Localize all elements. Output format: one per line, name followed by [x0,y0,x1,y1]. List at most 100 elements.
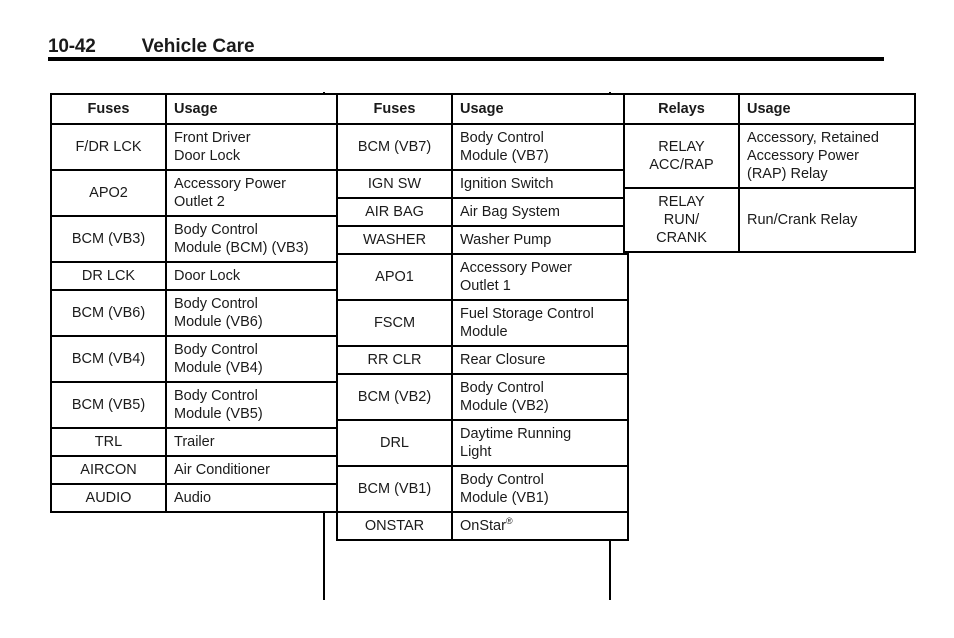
cell-line: Accessory, Retained [747,130,879,146]
cell-key: TRL [50,427,167,457]
cell-line: Module (VB2) [460,398,549,414]
cell-line: AIRCON [80,462,137,478]
cell-line: Outlet 2 [174,194,225,210]
cell-usage: Body Control Module (VB2) [451,373,629,421]
table-header-row: Fuses Usage [336,93,629,125]
cell-line: Body Control [460,380,544,396]
cell-usage: Body Control Module (VB1) [451,465,629,513]
page-title: Vehicle Care [141,36,255,57]
table-row: BCM (VB5) Body Control Module (VB5) [50,381,343,429]
cell-line: Module (VB4) [174,360,263,376]
cell-usage: Accessory Power Outlet 2 [165,169,343,217]
cell-line: ACC/RAP [649,157,714,173]
cell-line: Module [460,324,508,340]
cell-line: Front Driver [174,130,251,146]
cell-line: Washer Pump [460,232,552,248]
table-row: APO2 Accessory Power Outlet 2 [50,169,343,217]
cell-line: BCM (VB1) [357,481,432,497]
cell-line: Ignition Switch [460,176,554,192]
cell-usage: Body Control Module (VB4) [165,335,343,383]
cell-line: Audio [174,490,212,506]
cell-line: (RAP) Relay [747,166,828,182]
relay-table-right: Relays Usage RELAY ACC/RAP Accessory, Retain… [623,93,916,253]
cell-key: ONSTAR [336,511,453,541]
cell-line: BCM (VB6) [71,305,146,321]
cell-usage: Door Lock [165,261,343,291]
cell-line: Daytime Running [460,426,572,442]
cell-line: Body Control [460,130,544,146]
cell-line: BCM (VB3) [71,231,146,247]
cell-line: BCM (VB4) [71,351,146,367]
cell-line: RUN/ [663,212,700,228]
cell-line: AIR BAG [365,204,424,220]
cell-usage: Ignition Switch [451,169,629,199]
cell-usage: Accessory Power Outlet 1 [451,253,629,301]
table-row: RR CLR Rear Closure [336,345,629,375]
cell-line: F/DR LCK [75,139,142,155]
cell-line: Light [460,444,492,460]
cell-usage: OnStar® [451,511,629,541]
cell-key: WASHER [336,225,453,255]
fuse-table-middle: Fuses Usage BCM (VB7) Body Control Module (V… [336,93,629,541]
table-row: AIRCON Air Conditioner [50,455,343,485]
cell-line: Body Control [174,388,258,404]
table-row: WASHER Washer Pump [336,225,629,255]
cell-key: AUDIO [50,483,167,513]
cell-key: BCM (VB3) [50,215,167,263]
cell-line: Rear Closure [460,352,546,368]
cell-line: Accessory Power [460,260,573,276]
column-header-usage: Usage [165,93,343,125]
table-row: AUDIO Audio [50,483,343,513]
cell-line: RR CLR [367,352,422,368]
cell-key: APO1 [336,253,453,301]
cell-key: RR CLR [336,345,453,375]
cell-line: DRL [379,435,409,451]
cell-line: Module (VB1) [460,490,549,506]
cell-line: DR LCK [81,268,136,284]
cell-line: FSCM [373,315,416,331]
table-row: BCM (VB3) Body Control Module (BCM) (VB3) [50,215,343,263]
cell-line: IGN SW [367,176,422,192]
table-row: F/DR LCK Front Driver Door Lock [50,123,343,171]
cell-usage: Front Driver Door Lock [165,123,343,171]
cell-key: BCM (VB5) [50,381,167,429]
cell-key: APO2 [50,169,167,217]
cell-line: Run/Crank Relay [747,212,858,228]
cell-key: DR LCK [50,261,167,291]
cell-line: Door Lock [174,268,241,284]
cell-key: BCM (VB1) [336,465,453,513]
cell-line: Module (VB7) [460,148,549,164]
cell-line: ONSTAR [364,518,425,534]
table-row: BCM (VB4) Body Control Module (VB4) [50,335,343,383]
table-row: RELAY RUN/CRANK Run/Crank Relay [623,187,916,253]
cell-usage: Trailer [165,427,343,457]
cell-key: RELAY ACC/RAP [623,123,740,189]
cell-line: Door Lock [174,148,241,164]
header-rule [48,57,884,61]
cell-line: Module (VB5) [174,406,263,422]
table-row: BCM (VB2) Body Control Module (VB2) [336,373,629,421]
table-row: BCM (VB1) Body Control Module (VB1) [336,465,629,513]
cell-line: TRL [94,434,123,450]
cell-line: Module (BCM) (VB3) [174,240,309,256]
cell-line: Outlet 1 [460,278,511,294]
cell-usage: Air Conditioner [165,455,343,485]
cell-line: RELAY [658,139,705,155]
cell-line: Air Conditioner [174,462,270,478]
cell-usage: Audio [165,483,343,513]
cell-line: Accessory Power [174,176,287,192]
table-row: IGN SW Ignition Switch [336,169,629,199]
table-row: BCM (VB6) Body Control Module (VB6) [50,289,343,337]
cell-line: Fuel Storage Control [460,306,594,322]
table-header-row: Relays Usage [623,93,916,125]
table-row: DR LCK Door Lock [50,261,343,291]
cell-line: BCM (VB7) [357,139,432,155]
cell-key: DRL [336,419,453,467]
cell-usage: Daytime Running Light [451,419,629,467]
cell-line: Body Control [460,472,544,488]
table-row: APO1 Accessory Power Outlet 1 [336,253,629,301]
cell-line: Accessory Power [747,148,860,164]
cell-key: BCM (VB2) [336,373,453,421]
table-row: BCM (VB7) Body Control Module (VB7) [336,123,629,171]
table-row: ONSTAR OnStar® [336,511,629,541]
